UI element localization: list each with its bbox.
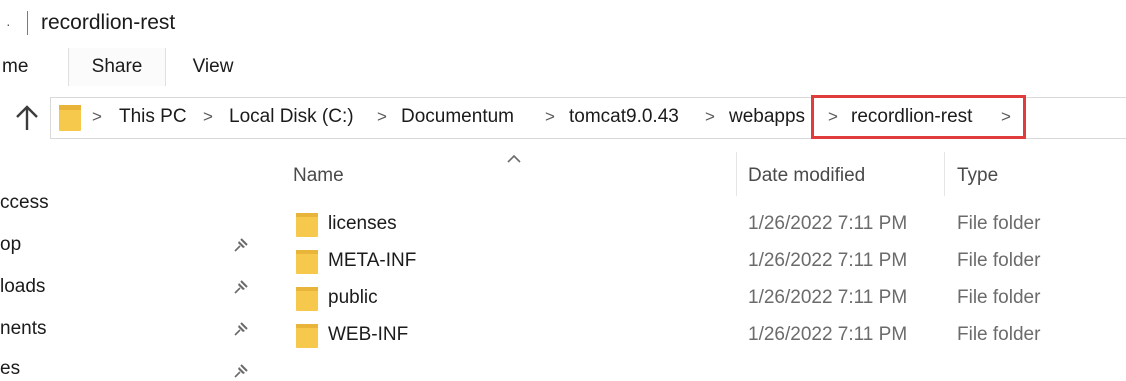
up-arrow-icon[interactable] <box>14 104 40 132</box>
breadcrumb-chevron[interactable]: > <box>705 107 715 127</box>
file-row-meta-inf[interactable]: META-INF 1/26/2022 7:11 PM File folder <box>262 245 1126 281</box>
file-list: Name Date modified Type licenses 1/26/20… <box>262 152 1126 381</box>
pin-icon[interactable] <box>232 278 250 296</box>
breadcrumb-chevron[interactable]: > <box>545 107 555 127</box>
folder-icon <box>296 324 318 348</box>
file-type: File folder <box>957 324 1041 345</box>
nav-item-desktop[interactable]: op <box>0 234 21 256</box>
file-row-licenses[interactable]: licenses 1/26/2022 7:11 PM File folder <box>262 208 1126 244</box>
navigation-pane: ccess op loads nents es <box>0 152 262 381</box>
folder-icon <box>296 250 318 274</box>
file-name: licenses <box>328 213 397 234</box>
file-name: META-INF <box>328 250 417 271</box>
nav-item-pictures[interactable]: es <box>0 358 20 380</box>
file-type: File folder <box>957 287 1041 308</box>
column-divider[interactable] <box>736 152 737 196</box>
folder-icon <box>59 105 81 131</box>
nav-item-quick-access[interactable]: ccess <box>0 192 49 214</box>
pin-icon[interactable] <box>232 236 250 254</box>
breadcrumb-tomcat[interactable]: tomcat9.0.43 <box>569 106 679 128</box>
title-bar: · recordlion-rest <box>0 0 1126 48</box>
file-type: File folder <box>957 213 1041 234</box>
folder-icon <box>296 287 318 311</box>
pin-icon[interactable] <box>232 320 250 338</box>
file-date-modified: 1/26/2022 7:11 PM <box>748 213 908 234</box>
breadcrumb-this-pc[interactable]: This PC <box>119 106 187 128</box>
pin-icon[interactable] <box>232 362 250 380</box>
highlight-annotation <box>811 95 1026 139</box>
breadcrumb-chevron[interactable]: > <box>377 107 387 127</box>
breadcrumb-chevron[interactable]: > <box>92 107 102 127</box>
column-header-date-modified[interactable]: Date modified <box>748 164 865 204</box>
ribbon-tabs: me Share View <box>0 48 1126 87</box>
column-divider[interactable] <box>944 152 945 196</box>
file-name: WEB-INF <box>328 324 409 345</box>
file-type: File folder <box>957 250 1041 271</box>
file-date-modified: 1/26/2022 7:11 PM <box>748 250 908 271</box>
column-header-name[interactable]: Name <box>293 164 344 204</box>
sort-ascending-icon <box>507 154 521 163</box>
tab-share[interactable]: Share <box>68 48 166 86</box>
breadcrumb-local-disk[interactable]: Local Disk (C:) <box>229 106 354 128</box>
file-row-public[interactable]: public 1/26/2022 7:11 PM File folder <box>262 282 1126 318</box>
folder-icon <box>296 213 318 237</box>
window-title: recordlion-rest <box>41 11 176 34</box>
file-row-web-inf[interactable]: WEB-INF 1/26/2022 7:11 PM File folder <box>262 319 1126 355</box>
file-date-modified: 1/26/2022 7:11 PM <box>748 324 908 345</box>
breadcrumb-chevron[interactable]: > <box>203 107 213 127</box>
file-name: public <box>328 287 378 308</box>
tab-home[interactable]: me <box>0 48 54 86</box>
breadcrumb-webapps[interactable]: webapps <box>729 106 805 128</box>
nav-item-downloads[interactable]: loads <box>0 276 45 298</box>
breadcrumb-documentum[interactable]: Documentum <box>401 106 514 128</box>
tab-view[interactable]: View <box>176 48 250 86</box>
nav-item-documents[interactable]: nents <box>0 318 46 340</box>
title-edge-glyph: · <box>6 16 11 32</box>
column-header-type[interactable]: Type <box>957 164 998 204</box>
title-separator <box>27 11 28 35</box>
file-date-modified: 1/26/2022 7:11 PM <box>748 287 908 308</box>
